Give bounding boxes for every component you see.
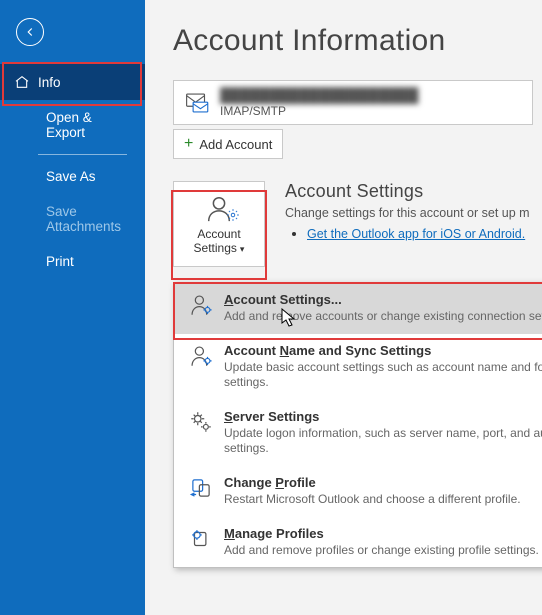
sidebar-item-label: Info [38, 75, 61, 90]
chevron-down-icon: ▾ [240, 244, 245, 254]
person-gear-icon [186, 343, 216, 391]
sidebar-item-save-as[interactable]: Save As [0, 159, 145, 194]
main-content: Account Information ████████████████████… [145, 0, 542, 615]
account-type: IMAP/SMTP [220, 104, 418, 118]
menu-item-desc: Update logon information, such as server… [224, 426, 542, 457]
sidebar-item-save-attachments: Save Attachments [0, 194, 145, 244]
menu-item-server-settings[interactable]: Server Settings Update logon information… [174, 400, 542, 466]
add-account-button[interactable]: + Add Account [173, 129, 283, 159]
settings-heading: Account Settings [285, 181, 530, 202]
gear-icon [186, 409, 216, 457]
account-settings-info: Account Settings Change settings for thi… [285, 181, 530, 267]
menu-item-name-sync[interactable]: Account Name and Sync Settings Update ba… [174, 334, 542, 400]
back-button[interactable] [16, 18, 44, 46]
profile-swap-icon [186, 475, 216, 508]
sidebar-divider [38, 154, 127, 155]
arrow-left-icon [23, 25, 37, 39]
button-label: Account Settings▾ [194, 227, 245, 256]
sidebar-item-label: Open & Export [46, 110, 131, 140]
menu-item-title: Server Settings [224, 409, 542, 424]
menu-item-desc: Restart Microsoft Outlook and choose a d… [224, 492, 521, 508]
account-email: ████████████████████ [220, 87, 418, 103]
sidebar-item-label: Print [46, 254, 74, 269]
page-title: Account Information [173, 24, 542, 58]
menu-item-desc: Add and remove profiles or change existi… [224, 543, 539, 559]
account-settings-dropdown: Account Settings... Add and remove accou… [173, 282, 542, 568]
menu-item-desc: Update basic account settings such as ac… [224, 360, 542, 391]
sidebar-item-label: Save Attachments [46, 204, 131, 234]
menu-item-title: Account Name and Sync Settings [224, 343, 542, 358]
profile-gear-icon [186, 526, 216, 559]
menu-item-title: Account Settings... [224, 292, 542, 307]
gear-icon [226, 208, 240, 225]
sidebar-item-label: Save As [46, 169, 96, 184]
account-settings-button[interactable]: Account Settings▾ [173, 181, 265, 267]
menu-item-title: Change Profile [224, 475, 521, 490]
outlook-app-link[interactable]: Get the Outlook app for iOS or Android. [307, 227, 525, 241]
menu-item-change-profile[interactable]: Change Profile Restart Microsoft Outlook… [174, 466, 542, 517]
account-selector[interactable]: ████████████████████ IMAP/SMTP [173, 80, 533, 125]
plus-icon: + [184, 135, 193, 153]
home-icon [14, 74, 30, 90]
settings-desc: Change settings for this account or set … [285, 206, 530, 220]
menu-item-manage-profiles[interactable]: Manage Profiles Add and remove profiles … [174, 517, 542, 568]
person-gear-icon [186, 292, 216, 325]
add-account-label: Add Account [199, 137, 272, 152]
sidebar-item-print[interactable]: Print [0, 244, 145, 279]
sidebar-item-open-export[interactable]: Open & Export [0, 100, 145, 150]
menu-item-account-settings[interactable]: Account Settings... Add and remove accou… [174, 283, 542, 334]
sidebar-item-info[interactable]: Info [0, 64, 145, 100]
menu-item-desc: Add and remove accounts or change existi… [224, 309, 542, 325]
menu-item-title: Manage Profiles [224, 526, 539, 541]
backstage-sidebar: Info Open & Export Save As Save Attachme… [0, 0, 145, 615]
mailbox-icon [184, 91, 212, 115]
